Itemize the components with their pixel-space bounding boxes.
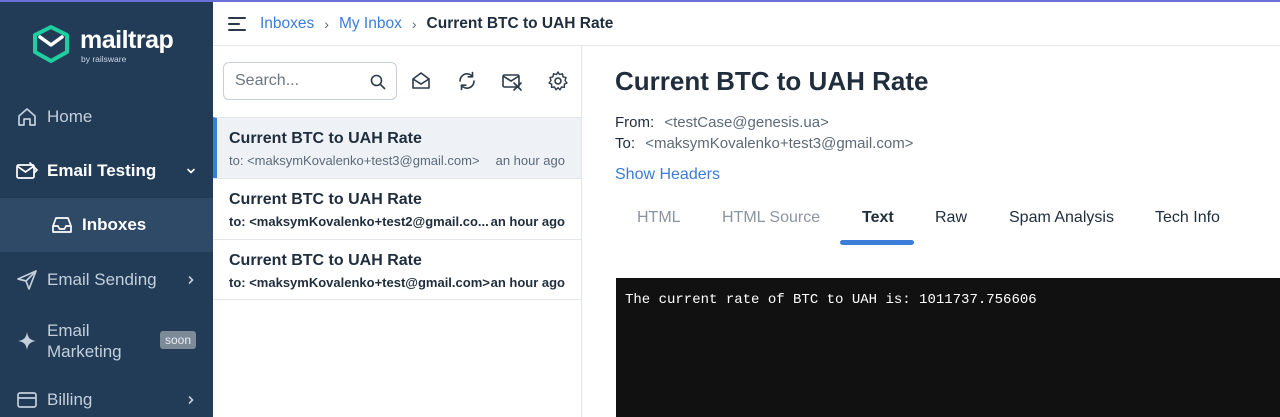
home-icon bbox=[15, 105, 39, 129]
message-time: an hour ago bbox=[490, 275, 565, 290]
tab-html[interactable]: HTML bbox=[637, 209, 681, 227]
sidebar-item-label: Inboxes bbox=[82, 215, 147, 234]
message-recipient: to: <maksymKovalenko+test3@gmail.com> bbox=[229, 153, 480, 168]
sidebar-item-label: Email Testing bbox=[47, 161, 157, 180]
inbox-icon bbox=[50, 213, 74, 237]
tab-html-source[interactable]: HTML Source bbox=[722, 209, 820, 227]
sidebar-item-inboxes[interactable]: Inboxes bbox=[0, 198, 213, 252]
refresh-icon[interactable] bbox=[456, 70, 478, 92]
breadcrumb-my-inbox[interactable]: My Inbox bbox=[339, 15, 402, 33]
from-label: From: bbox=[615, 114, 655, 131]
from-line: From: <testCase@genesis.ua> bbox=[615, 114, 829, 131]
sidebar-item-home[interactable]: Home bbox=[0, 103, 213, 131]
tab-raw[interactable]: Raw bbox=[935, 209, 967, 227]
soon-badge: soon bbox=[160, 331, 197, 349]
sidebar-item-label: Billing bbox=[47, 390, 93, 409]
sidebar-item-email-testing[interactable]: Email Testing bbox=[0, 157, 213, 185]
message-title: Current BTC to UAH Rate bbox=[615, 66, 929, 96]
breadcrumb-separator-icon: › bbox=[324, 15, 329, 32]
message-subject: Current BTC to UAH Rate bbox=[229, 252, 422, 269]
tab-spam-analysis[interactable]: Spam Analysis bbox=[1009, 209, 1114, 227]
sidebar-item-label: Home bbox=[47, 107, 93, 126]
show-headers-link[interactable]: Show Headers bbox=[615, 166, 720, 184]
search-input[interactable] bbox=[235, 72, 365, 90]
breadcrumb-separator-icon: › bbox=[411, 15, 417, 32]
chevron-right-icon bbox=[188, 396, 194, 404]
message-time: an hour ago bbox=[495, 153, 565, 168]
brand-tagline: by railsware bbox=[81, 54, 127, 64]
gear-icon[interactable] bbox=[547, 70, 569, 92]
header-bar: Inboxes › My Inbox › Current BTC to UAH … bbox=[213, 2, 1280, 46]
search-icon[interactable] bbox=[370, 74, 386, 90]
message-subject: Current BTC to UAH Rate bbox=[229, 130, 422, 147]
chevron-down-icon bbox=[187, 168, 195, 174]
from-address: <testCase@genesis.ua> bbox=[664, 114, 829, 131]
message-time: an hour ago bbox=[490, 214, 565, 229]
message-text-content: The current rate of BTC to UAH is: 10117… bbox=[625, 292, 1037, 308]
message-subject: Current BTC to UAH Rate bbox=[229, 191, 422, 208]
message-list-item[interactable]: Current BTC to UAH Rate to: <maksymKoval… bbox=[213, 239, 581, 300]
search-box bbox=[223, 62, 397, 100]
sidebar-item-label: Email Marketing bbox=[47, 321, 122, 361]
menu-icon[interactable] bbox=[228, 16, 246, 31]
clear-inbox-icon[interactable] bbox=[501, 70, 523, 92]
message-recipient: to: <maksymKovalenko+test@gmail.com> bbox=[229, 275, 490, 290]
tab-tech-info[interactable]: Tech Info bbox=[1155, 209, 1220, 227]
tab-text[interactable]: Text bbox=[862, 209, 894, 227]
billing-icon bbox=[15, 388, 39, 412]
sidebar-item-email-marketing[interactable]: Email Marketing soon bbox=[0, 318, 213, 364]
sidebar-item-email-sending[interactable]: Email Sending bbox=[0, 266, 213, 294]
send-icon bbox=[15, 268, 39, 292]
message-recipient: to: <maksymKovalenko+test2@gmail.co... bbox=[229, 214, 489, 229]
active-tab-indicator bbox=[840, 240, 914, 245]
sparkle-icon bbox=[15, 329, 39, 353]
message-tabs: HTML HTML Source Text Raw Spam Analysis … bbox=[615, 198, 1275, 246]
message-list-item[interactable]: Current BTC to UAH Rate to: <maksymKoval… bbox=[213, 178, 581, 239]
to-label: To: bbox=[615, 135, 636, 152]
chevron-right-icon bbox=[188, 276, 194, 284]
breadcrumb-current: Current BTC to UAH Rate bbox=[426, 14, 614, 32]
sidebar-item-label: Email Sending bbox=[47, 270, 157, 289]
message-list-pane: Current BTC to UAH Rate to: <maksymKoval… bbox=[213, 46, 582, 417]
email-testing-icon bbox=[15, 159, 39, 183]
mark-read-icon[interactable] bbox=[410, 70, 432, 92]
to-line: To: <maksymKovalenko+test3@gmail.com> bbox=[615, 135, 913, 152]
brand-name: mailtrap bbox=[80, 26, 174, 54]
sidebar: mailtrap by railsware Home Email Testing… bbox=[0, 0, 213, 417]
message-view: Current BTC to UAH Rate From: <testCase@… bbox=[582, 46, 1280, 417]
mailtrap-logo-icon bbox=[33, 25, 69, 63]
sidebar-item-billing[interactable]: Billing bbox=[0, 386, 213, 414]
message-list-item[interactable]: Current BTC to UAH Rate to: <maksymKoval… bbox=[213, 117, 581, 178]
breadcrumb: Inboxes › My Inbox › Current BTC to UAH … bbox=[260, 15, 613, 33]
top-accent-line bbox=[0, 0, 1280, 2]
brand-logo[interactable]: mailtrap by railsware bbox=[32, 24, 182, 64]
breadcrumb-inboxes[interactable]: Inboxes bbox=[260, 15, 314, 33]
message-text-body: The current rate of BTC to UAH is: 10117… bbox=[616, 278, 1280, 417]
to-address: <maksymKovalenko+test3@gmail.com> bbox=[645, 135, 914, 152]
